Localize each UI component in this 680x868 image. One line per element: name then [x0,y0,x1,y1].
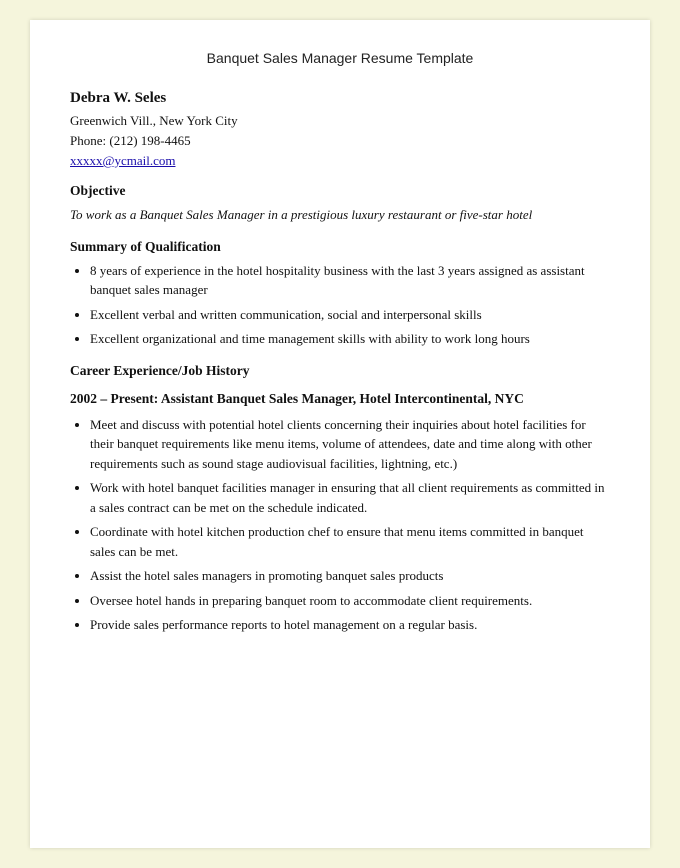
summary-bullet-1: 8 years of experience in the hotel hospi… [90,261,610,300]
summary-label: Summary of Qualification [70,239,610,255]
job-bullet-1: Meet and discuss with potential hotel cl… [90,415,610,474]
summary-bullets: 8 years of experience in the hotel hospi… [90,261,610,349]
resume-page: Banquet Sales Manager Resume Template De… [30,20,650,848]
job-bullet-2: Work with hotel banquet facilities manag… [90,478,610,517]
applicant-name: Debra W. Seles [70,90,610,107]
objective-text: To work as a Banquet Sales Manager in a … [70,205,610,225]
page-wrapper: Banquet Sales Manager Resume Template De… [0,0,680,868]
job-bullet-6: Provide sales performance reports to hot… [90,615,610,635]
job-bullet-3: Coordinate with hotel kitchen production… [90,522,610,561]
page-title: Banquet Sales Manager Resume Template [70,50,610,66]
job-bullet-4: Assist the hotel sales managers in promo… [90,566,610,586]
summary-bullet-2: Excellent verbal and written communicati… [90,305,610,325]
job-title-1: 2002 – Present: Assistant Banquet Sales … [70,391,610,407]
applicant-phone: Phone: (212) 198-4465 [70,133,610,149]
applicant-email[interactable]: xxxxx@ycmail.com [70,153,610,169]
objective-label: Objective [70,183,610,199]
job-bullets-1: Meet and discuss with potential hotel cl… [90,415,610,635]
applicant-address: Greenwich Vill., New York City [70,113,610,129]
career-label: Career Experience/Job History [70,363,610,379]
job-bullet-5: Oversee hotel hands in preparing banquet… [90,591,610,611]
summary-bullet-3: Excellent organizational and time manage… [90,329,610,349]
